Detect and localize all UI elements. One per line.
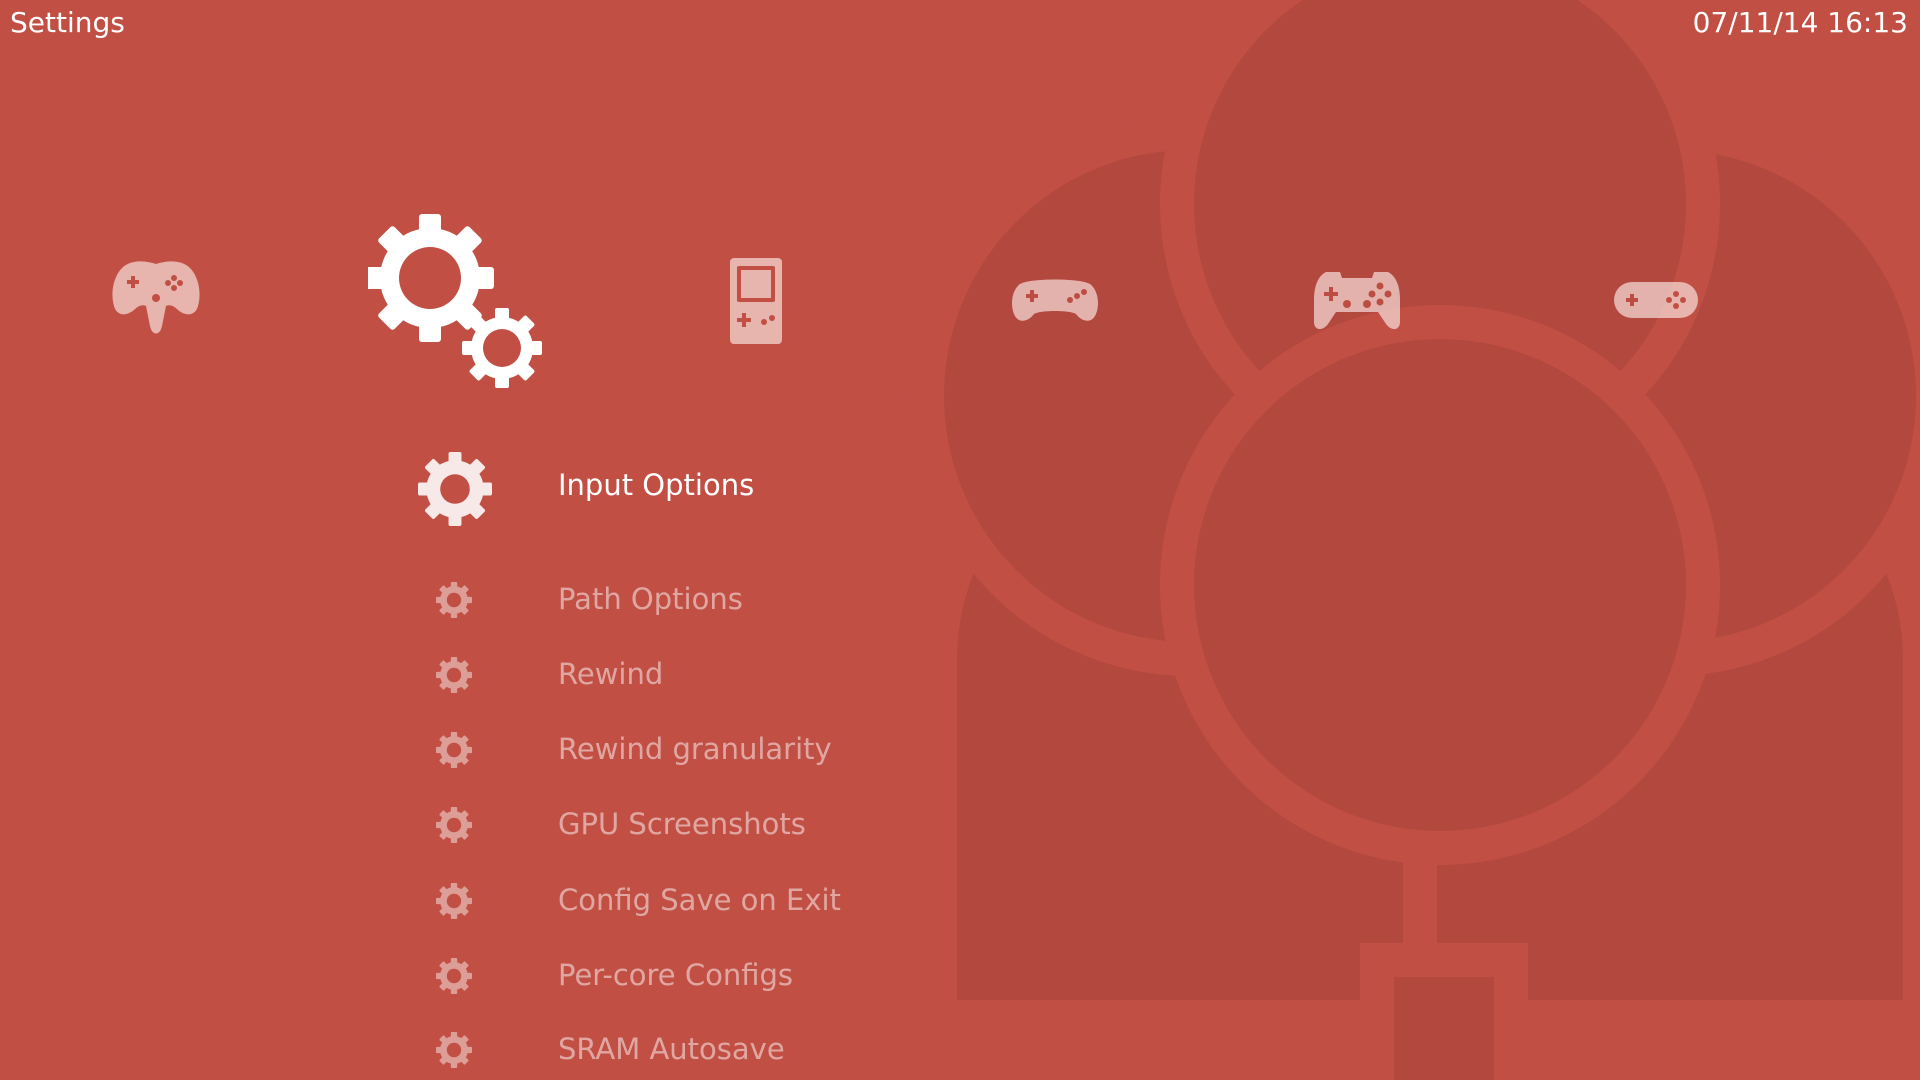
logo-center-circle: [1160, 305, 1720, 865]
menu-item-sram-autosave[interactable]: SRAM Autosave: [0, 1020, 900, 1080]
gear-icon: [436, 582, 472, 618]
psx-controller-icon: [1314, 272, 1400, 330]
n64-controller-icon: [112, 261, 200, 334]
settings-gears-icon: [366, 214, 542, 388]
category-snes[interactable]: [1612, 280, 1700, 320]
gameboy-icon: [730, 258, 782, 344]
menu-item-gpu-screenshots[interactable]: GPU Screenshots: [0, 795, 900, 855]
menu-item-input-options[interactable]: Input Options: [0, 440, 900, 530]
menu-item-label: SRAM Autosave: [558, 1032, 785, 1066]
gear-icon: [436, 657, 472, 693]
gear-icon: [436, 807, 472, 843]
menu-item-label: Rewind granularity: [558, 732, 832, 766]
menu-item-label: Path Options: [558, 582, 743, 616]
gear-icon: [436, 732, 472, 768]
genesis-controller-icon: [1012, 279, 1098, 321]
gear-icon: [436, 1032, 472, 1068]
category-genesis[interactable]: [1010, 274, 1100, 330]
clock: 07/11/14 16:13: [1692, 6, 1908, 39]
category-psx[interactable]: [1312, 266, 1402, 332]
logo-stem: [1360, 943, 1528, 1080]
category-settings[interactable]: [366, 214, 544, 390]
menu-item-per-core-configs[interactable]: Per-core Configs: [0, 946, 900, 1006]
menu-item-path-options[interactable]: Path Options: [0, 570, 900, 630]
page-title: Settings: [10, 6, 125, 39]
menu-item-rewind[interactable]: Rewind: [0, 645, 900, 705]
gear-icon: [436, 958, 472, 994]
category-gameboy[interactable]: [726, 256, 786, 346]
menu-item-config-save-on-exit[interactable]: Config Save on Exit: [0, 871, 900, 931]
menu-item-label: Rewind: [558, 657, 664, 691]
snes-controller-icon: [1614, 282, 1698, 318]
gear-icon: [418, 452, 492, 526]
menu-item-rewind-granularity[interactable]: Rewind granularity: [0, 720, 900, 780]
menu-item-label: Input Options: [558, 468, 755, 502]
category-n64[interactable]: [110, 256, 202, 344]
menu-item-label: Per-core Configs: [558, 958, 794, 992]
menu-item-label: GPU Screenshots: [558, 807, 806, 841]
gear-icon: [436, 883, 472, 919]
menu-item-label: Config Save on Exit: [558, 883, 841, 917]
